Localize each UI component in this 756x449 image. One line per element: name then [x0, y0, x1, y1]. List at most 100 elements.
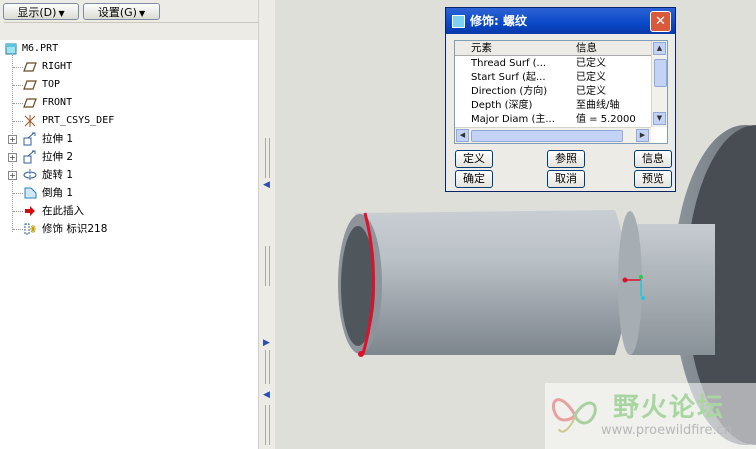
settings-menu-label: 设置(G) [97, 6, 137, 19]
cancel-button-label: 取消 [555, 172, 577, 185]
tree-connector [13, 121, 23, 122]
extrude-icon [23, 150, 36, 164]
collapse-left-icon[interactable]: ◀ [263, 180, 271, 190]
tree-connector [13, 211, 23, 212]
chevron-down-icon: ▼ [138, 9, 146, 18]
datum-plane-icon [23, 80, 37, 90]
tree-toolbar: 显示(D) ▼ 设置(G) ▼ [0, 0, 258, 40]
tree-item-label: RIGHT [42, 61, 73, 72]
model-tree-panel: 显示(D) ▼ 设置(G) ▼ M6.PRT RIGHT TOP FRONT P… [0, 0, 259, 449]
element-info: 值 = 5.2000 [576, 114, 636, 125]
info-button[interactable]: 信息 [634, 150, 672, 168]
scroll-right-icon[interactable]: ▶ [636, 129, 649, 142]
element-name: Direction (方向) [471, 86, 548, 97]
tree-item-label: 旋转 1 [42, 169, 74, 181]
settings-menu-button[interactable]: 设置(G) ▼ [83, 3, 160, 20]
tree-item-label: 修饰 标识218 [42, 223, 108, 235]
element-name: Major Diam (主... [471, 114, 555, 125]
references-button-label: 参照 [555, 152, 577, 165]
tree-item-label: TOP [42, 79, 61, 90]
references-button[interactable]: 参照 [547, 150, 585, 168]
tree-item-label: 倒角 1 [42, 187, 74, 199]
horizontal-scroll-thumb[interactable] [471, 130, 623, 142]
chamfer-icon [24, 187, 37, 199]
triad-y-point [641, 296, 645, 300]
scroll-down-icon[interactable]: ▼ [653, 112, 666, 125]
datum-plane-icon [23, 98, 37, 108]
expand-icon[interactable]: + [8, 153, 17, 162]
element-name: Start Surf (起... [471, 72, 546, 83]
triad-z-point [639, 275, 643, 279]
element-info: 已定义 [576, 58, 606, 69]
csys-icon [24, 115, 36, 127]
datum-plane-icon [23, 62, 37, 72]
horizontal-scrollbar[interactable]: ◀ ▶ [455, 127, 651, 143]
define-button-label: 定义 [463, 152, 485, 165]
dialog-app-icon [452, 15, 465, 28]
tree-column-header [4, 22, 258, 39]
cosmetic-thread-dialog[interactable]: 修饰: 螺纹 ✕ 元素 信息 Thread Surf (... 已定义 Star… [445, 7, 676, 192]
scroll-left-icon[interactable]: ◀ [456, 129, 469, 142]
expand-icon[interactable]: + [8, 135, 17, 144]
chevron-down-icon: ▼ [58, 9, 65, 18]
shaft-step-face [618, 211, 642, 355]
close-button[interactable]: ✕ [650, 11, 671, 32]
tree-item-label: 拉伸 1 [42, 133, 74, 145]
define-button[interactable]: 定义 [455, 150, 493, 168]
part-icon [5, 43, 17, 55]
element-info: 至曲线/轴 [576, 100, 620, 111]
watermark-url: www.proewildfire.cn [601, 423, 732, 438]
expand-right-icon[interactable]: ▶ [263, 338, 271, 348]
cancel-button[interactable]: 取消 [547, 170, 585, 188]
dialog-title: 修饰: 螺纹 [470, 14, 527, 28]
shaft-body [355, 210, 628, 355]
vertical-scrollbar[interactable]: ▲ ▼ [651, 41, 667, 127]
tree-connector [13, 229, 23, 230]
cosmetic-thread-icon [24, 223, 36, 235]
element-info: 已定义 [576, 86, 606, 97]
preview-button-label: 预览 [642, 172, 664, 185]
ok-button[interactable]: 确定 [455, 170, 493, 188]
tree-item-label: 拉伸 2 [42, 151, 74, 163]
info-button-label: 信息 [642, 152, 664, 165]
collapse-left-icon[interactable]: ◀ [263, 390, 271, 400]
tree-item-label: PRT_CSYS_DEF [42, 115, 115, 126]
shaft-neck [630, 224, 715, 355]
column-header-element: 元素 [471, 42, 492, 54]
expand-icon[interactable]: + [8, 171, 17, 180]
element-info: 已定义 [576, 72, 606, 83]
preview-button[interactable]: 预览 [634, 170, 672, 188]
element-list-header: 元素 信息 [455, 41, 651, 56]
element-list[interactable]: 元素 信息 Thread Surf (... 已定义 Start Surf (起… [454, 40, 668, 144]
show-menu-button[interactable]: 显示(D) ▼ [3, 3, 79, 20]
panel-splitter[interactable]: ◀ ▶ ◀ [258, 0, 276, 449]
column-header-info: 信息 [576, 42, 597, 54]
splitter-grip [265, 350, 270, 384]
splitter-grip [265, 405, 270, 445]
tree-connector [13, 193, 23, 194]
splitter-grip [265, 246, 270, 286]
watermark-title: 野火论坛 [613, 393, 726, 423]
ok-button-label: 确定 [463, 172, 485, 185]
extrude-icon [23, 132, 36, 146]
revolve-icon [23, 169, 37, 181]
close-icon: ✕ [655, 14, 666, 29]
forum-watermark: 野火论坛 www.proewildfire.cn [545, 383, 756, 449]
element-name: Depth (深度) [471, 100, 533, 111]
tree-item-label: FRONT [42, 97, 73, 108]
vertical-scroll-thumb[interactable] [654, 59, 667, 87]
tree-item-label: 在此插入 [42, 205, 84, 217]
element-name: Thread Surf (... [471, 58, 547, 69]
insert-arrow-icon [25, 206, 35, 216]
tree-connector [13, 67, 23, 68]
thread-start-point [358, 351, 364, 357]
tree-item-label: M6.PRT [22, 43, 59, 54]
tree-connector [13, 103, 23, 104]
scroll-up-icon[interactable]: ▲ [653, 42, 666, 55]
tree-connector [13, 85, 23, 86]
triad-origin [622, 277, 628, 283]
show-menu-label: 显示(D) [17, 6, 57, 19]
dialog-title-bar[interactable]: 修饰: 螺纹 ✕ [446, 8, 675, 34]
butterfly-logo-icon [552, 398, 597, 433]
splitter-grip [265, 138, 270, 178]
